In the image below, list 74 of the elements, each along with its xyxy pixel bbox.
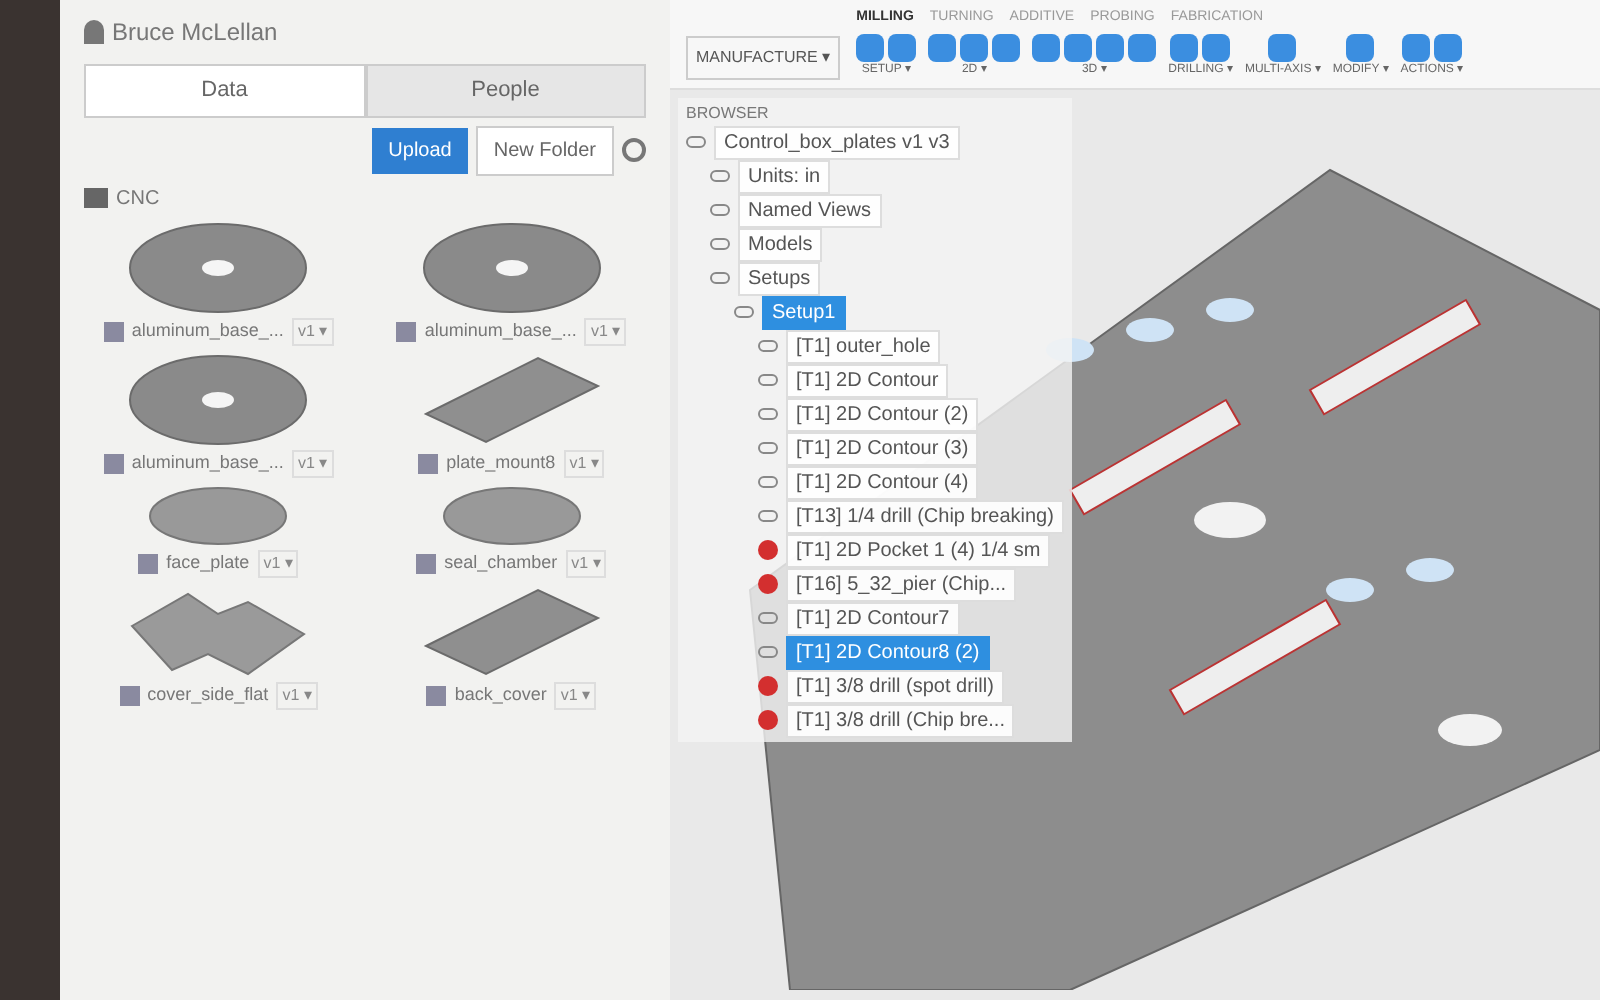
tree-item[interactable]: [T1] 2D Contour (2) bbox=[786, 397, 979, 431]
version-dropdown[interactable]: v1 ▾ bbox=[565, 549, 607, 577]
tool-icon[interactable] bbox=[1401, 33, 1430, 61]
tab[interactable]: People bbox=[365, 64, 646, 117]
tree-item[interactable]: [T13] 1/4 drill (Chip breaking) bbox=[786, 499, 1064, 533]
upload-button[interactable]: Upload bbox=[372, 127, 468, 173]
disc-part-icon bbox=[148, 485, 289, 545]
tree-item[interactable]: [T1] 2D Contour8 (2) bbox=[786, 635, 990, 669]
file-icon bbox=[418, 453, 439, 473]
tree-item[interactable]: Units: in bbox=[738, 159, 831, 193]
file-name[interactable]: seal_chamber bbox=[444, 549, 558, 577]
plate-part-icon bbox=[421, 353, 602, 445]
tree-item[interactable]: [T1] 2D Contour bbox=[786, 363, 949, 397]
new-folder-button[interactable]: New Folder bbox=[475, 125, 614, 175]
tree-item[interactable]: [T1] 2D Contour (4) bbox=[786, 465, 979, 499]
disc-part-icon bbox=[128, 221, 309, 313]
version-dropdown[interactable]: v1 ▾ bbox=[291, 317, 334, 345]
tool-icon[interactable] bbox=[1268, 33, 1297, 61]
file-name[interactable]: aluminum_base_... bbox=[424, 317, 577, 345]
file-icon bbox=[103, 453, 124, 473]
file-name[interactable]: back_cover bbox=[454, 681, 547, 709]
version-dropdown[interactable]: v1 ▾ bbox=[584, 317, 627, 345]
tool-icon[interactable] bbox=[1346, 33, 1375, 61]
file-icon bbox=[103, 321, 124, 341]
tool-icon[interactable] bbox=[928, 33, 957, 61]
tool-icon[interactable] bbox=[1433, 33, 1462, 61]
tool-icon[interactable] bbox=[1032, 33, 1061, 61]
tool-icon[interactable] bbox=[1202, 33, 1231, 61]
file-icon bbox=[138, 553, 159, 573]
file-icon bbox=[119, 685, 140, 705]
workspace-dropdown[interactable]: MANUFACTURE ▾ bbox=[686, 35, 841, 79]
version-dropdown[interactable]: v1 ▾ bbox=[276, 681, 318, 709]
version-dropdown[interactable]: v1 ▾ bbox=[257, 549, 299, 577]
file-name[interactable]: cover_side_flat bbox=[147, 681, 269, 709]
file-icon bbox=[426, 685, 447, 705]
disc-part-icon bbox=[421, 221, 602, 313]
tree-item[interactable]: [T1] 2D Pocket 1 (4) 1/4 sm bbox=[786, 533, 1051, 567]
user-name[interactable]: Bruce McLellan bbox=[112, 16, 278, 48]
settings-icon[interactable] bbox=[622, 138, 646, 162]
version-dropdown[interactable]: v1 ▾ bbox=[563, 449, 605, 477]
plate-part-icon bbox=[421, 585, 602, 677]
tool-icon[interactable] bbox=[992, 33, 1021, 61]
tool-icon[interactable] bbox=[1096, 33, 1125, 61]
tool-icon[interactable] bbox=[960, 33, 989, 61]
tool-icon[interactable] bbox=[888, 33, 917, 61]
tool-icon[interactable] bbox=[1128, 33, 1157, 61]
file-name[interactable]: aluminum_base_... bbox=[131, 449, 284, 477]
tree-item[interactable]: [T1] outer_hole bbox=[786, 329, 941, 363]
tool-icon[interactable] bbox=[1170, 33, 1199, 61]
tab[interactable]: Data bbox=[84, 64, 365, 117]
tree-item[interactable]: Named Views bbox=[738, 193, 882, 227]
tree-item[interactable]: Setups bbox=[738, 261, 821, 295]
disc-part-icon bbox=[128, 353, 309, 445]
tree-item[interactable]: Control_box_plates v1 v3 bbox=[714, 125, 960, 159]
file-icon bbox=[396, 321, 417, 341]
version-dropdown[interactable]: v1 ▾ bbox=[291, 449, 334, 477]
user-icon bbox=[84, 20, 104, 44]
tree-item[interactable]: [T1] 2D Contour (3) bbox=[786, 431, 979, 465]
tool-icon[interactable] bbox=[1064, 33, 1093, 61]
panel-title: BROWSER bbox=[686, 101, 771, 125]
tree-item[interactable]: [T1] 2D Contour7 bbox=[786, 601, 960, 635]
tree-item[interactable]: [T1] 3/8 drill (Chip bre... bbox=[786, 703, 1015, 737]
tree-item[interactable]: Models bbox=[738, 227, 823, 261]
tree-item[interactable]: Setup1 bbox=[762, 295, 846, 329]
version-dropdown[interactable]: v1 ▾ bbox=[554, 681, 597, 709]
disc-part-icon bbox=[441, 485, 582, 545]
tree-item[interactable]: [T16] 5_32_pier (Chip... bbox=[786, 567, 1017, 601]
file-icon bbox=[416, 553, 437, 573]
file-name[interactable]: face_plate bbox=[166, 549, 250, 577]
tree-item[interactable]: [T1] 3/8 drill (spot drill) bbox=[786, 669, 1004, 703]
file-name[interactable]: aluminum_base_... bbox=[131, 317, 284, 345]
file-name[interactable]: plate_mount8 bbox=[446, 449, 556, 477]
tool-icon[interactable] bbox=[856, 33, 885, 61]
breadcrumb-link[interactable]: CNC bbox=[116, 183, 160, 213]
